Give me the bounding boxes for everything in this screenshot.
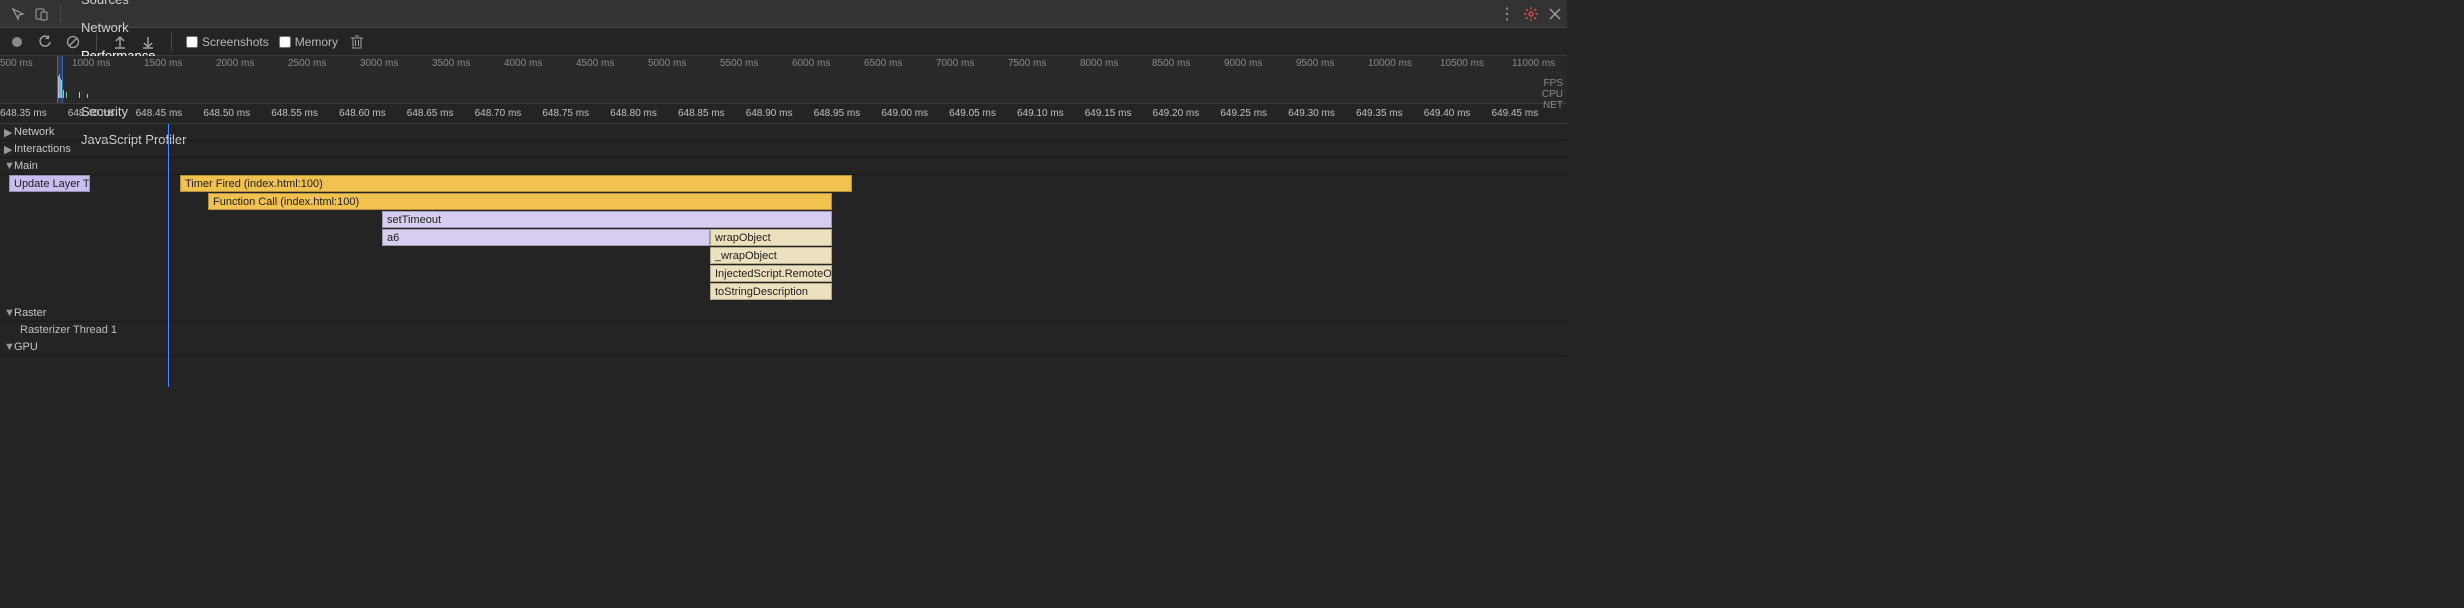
detail-tick: 649.15 ms: [1085, 104, 1153, 123]
chevron-down-icon: ▼: [4, 341, 14, 353]
track-label: Main: [14, 160, 38, 172]
overview-ruler: 500 ms1000 ms1500 ms2000 ms2500 ms3000 m…: [0, 56, 1567, 74]
detail-tick: 649.35 ms: [1356, 104, 1424, 123]
chevron-right-icon: ▶: [4, 143, 14, 156]
track-label: GPU: [14, 341, 38, 353]
overview-minimap[interactable]: 500 ms1000 ms1500 ms2000 ms2500 ms3000 m…: [0, 56, 1567, 104]
inspect-icon[interactable]: [6, 2, 30, 26]
detail-tick: 648.45 ms: [136, 104, 204, 123]
overview-tick: 10500 ms: [1440, 56, 1512, 74]
detail-tick: 648.70 ms: [475, 104, 543, 123]
chevron-down-icon: ▼: [4, 307, 14, 319]
chevron-right-icon: ▶: [4, 126, 14, 139]
performance-toolbar: Screenshots Memory: [0, 28, 1567, 56]
track-label: Raster: [14, 307, 46, 319]
detail-tick: 649.00 ms: [881, 104, 949, 123]
flame-bar[interactable]: a6: [382, 229, 710, 246]
overview-viewport-handle[interactable]: [57, 56, 63, 103]
flame-bar[interactable]: wrapObject: [710, 229, 832, 246]
overview-tick: 8500 ms: [1152, 56, 1224, 74]
overview-tick: 6000 ms: [792, 56, 864, 74]
detail-tick: 648.40 ms: [68, 104, 136, 123]
overview-tick: 11000 ms: [1512, 56, 1567, 74]
overview-tick: 9000 ms: [1224, 56, 1296, 74]
device-toggle-icon[interactable]: [30, 2, 54, 26]
tab-network[interactable]: Network: [67, 14, 200, 42]
detail-tick: 649.20 ms: [1153, 104, 1221, 123]
track-network[interactable]: ▶ Network: [0, 124, 1567, 141]
detail-tick: 648.90 ms: [746, 104, 814, 123]
load-profile-button[interactable]: [111, 33, 129, 51]
track-interactions[interactable]: ▶ Interactions: [0, 141, 1567, 158]
track-gpu[interactable]: ▼ GPU: [0, 339, 1567, 356]
detail-tick: 648.35 ms: [0, 104, 68, 123]
record-button[interactable]: [8, 33, 26, 51]
detail-tick: 648.75 ms: [542, 104, 610, 123]
track-raster-thread[interactable]: Rasterizer Thread 1: [0, 322, 1567, 339]
flame-bar[interactable]: Function Call (index.html:100): [208, 193, 832, 210]
memory-checkbox[interactable]: Memory: [279, 35, 338, 49]
overview-metric-labels: FPS CPU NET: [1542, 78, 1563, 111]
more-icon[interactable]: ⋮: [1495, 2, 1519, 26]
overview-tick: 4500 ms: [576, 56, 648, 74]
clear-button[interactable]: [64, 33, 82, 51]
flame-bar[interactable]: toStringDescription: [710, 283, 832, 300]
flame-bar[interactable]: _wrapObject: [710, 247, 832, 264]
overview-tick: 3500 ms: [432, 56, 504, 74]
overview-tick: 5000 ms: [648, 56, 720, 74]
track-label: Interactions: [14, 143, 71, 155]
detail-tick: 649.30 ms: [1288, 104, 1356, 123]
overview-tick: 7000 ms: [936, 56, 1008, 74]
overview-tick: 2500 ms: [288, 56, 360, 74]
screenshots-checkbox[interactable]: Screenshots: [186, 35, 269, 49]
flame-bar[interactable]: Timer Fired (index.html:100): [180, 175, 852, 192]
reload-button[interactable]: [36, 33, 54, 51]
detail-tick: 648.55 ms: [271, 104, 339, 123]
settings-gear-icon[interactable]: [1519, 2, 1543, 26]
overview-tick: 5500 ms: [720, 56, 792, 74]
detail-tick: 648.80 ms: [610, 104, 678, 123]
overview-tick: 7500 ms: [1008, 56, 1080, 74]
overview-tick: 6500 ms: [864, 56, 936, 74]
detail-tick: 648.85 ms: [678, 104, 746, 123]
flame-bar[interactable]: InjectedScript.RemoteObject: [710, 265, 832, 282]
detail-tick: 648.50 ms: [203, 104, 271, 123]
overview-tick: 8000 ms: [1080, 56, 1152, 74]
detail-tick: 648.60 ms: [339, 104, 407, 123]
detail-tick: 649.25 ms: [1220, 104, 1288, 123]
overview-tick: 1500 ms: [144, 56, 216, 74]
detail-tick: 649.05 ms: [949, 104, 1017, 123]
overview-tick: 9500 ms: [1296, 56, 1368, 74]
flame-bar[interactable]: Update Layer Tree: [9, 175, 90, 192]
overview-tick: 4000 ms: [504, 56, 576, 74]
close-icon[interactable]: [1543, 2, 1567, 26]
overview-tick: 2000 ms: [216, 56, 288, 74]
track-raster[interactable]: ▼ Raster: [0, 305, 1567, 322]
track-label: Network: [14, 126, 54, 138]
detail-tick: 649.40 ms: [1424, 104, 1492, 123]
devtools-tab-strip: MemoryAuditsConsoleElementsSourcesNetwor…: [0, 0, 1567, 28]
overview-tick: 3000 ms: [360, 56, 432, 74]
checkbox-label: Screenshots: [202, 35, 269, 49]
chevron-down-icon: ▼: [4, 160, 14, 172]
detail-tick: 648.65 ms: [407, 104, 475, 123]
flame-bar[interactable]: setTimeout: [382, 211, 832, 228]
tracks-area: ▶ Network ▶ Interactions ▼ Main Update L…: [0, 124, 1567, 356]
detail-tick: 649.10 ms: [1017, 104, 1085, 123]
save-profile-button[interactable]: [139, 33, 157, 51]
checkbox-label: Memory: [295, 35, 338, 49]
detail-time-ruler[interactable]: 648.35 ms648.40 ms648.45 ms648.50 ms648.…: [0, 104, 1567, 124]
playhead-cursor[interactable]: [168, 124, 169, 387]
track-main[interactable]: ▼ Main: [0, 158, 1567, 175]
flame-chart[interactable]: Update Layer Tree Timer Fired (index.html…: [0, 175, 1567, 305]
tab-sources[interactable]: Sources: [67, 0, 200, 14]
detail-tick: 648.95 ms: [814, 104, 882, 123]
overview-tick: 10000 ms: [1368, 56, 1440, 74]
overview-activity-bars: [57, 72, 99, 98]
collect-garbage-button[interactable]: [348, 33, 366, 51]
